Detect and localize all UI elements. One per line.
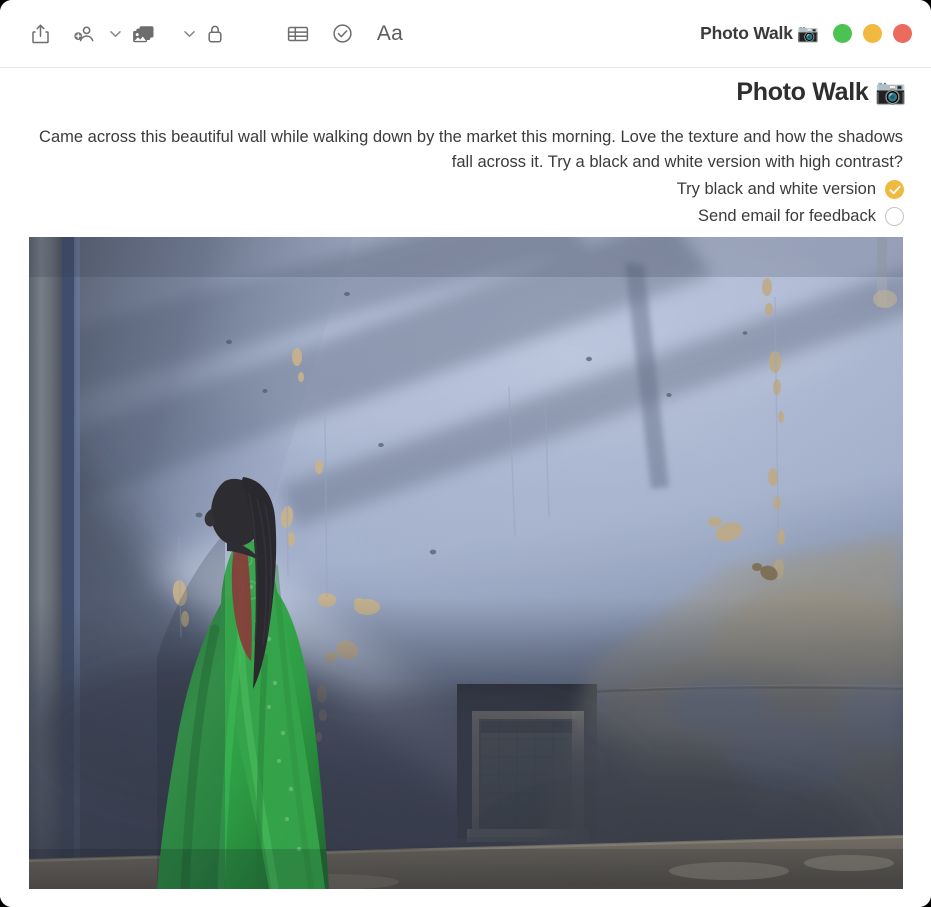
lock-button[interactable] [198,14,232,54]
toolbar-document-title: Photo Walk 📷 [700,23,819,43]
checkbox-unchecked-icon[interactable] [885,207,904,226]
window-button-yellow[interactable] [863,24,882,43]
share-button[interactable] [18,14,62,54]
toolbar: Photo Walk 📷 Aa [0,0,931,68]
photo-image [29,237,903,889]
window-button-red[interactable] [893,24,912,43]
media-chevron-down-icon[interactable] [106,14,124,54]
media-button[interactable] [124,14,162,54]
lock-chevron-down-icon[interactable] [180,14,198,54]
add-people-button[interactable] [62,14,106,54]
media-icon [130,23,156,45]
window-button-green[interactable] [833,24,852,43]
table-icon [286,23,310,45]
table-button[interactable] [276,14,320,54]
page-title: Photo Walk 📷 [736,78,906,106]
app-window: Photo Walk 📷 Aa Photo Walk 📷 Came across… [0,0,931,907]
format-text-icon: Aa [376,21,404,45]
checklist: Try black and white version Send email f… [404,176,904,230]
window-controls [833,24,912,43]
checkmark-circle-icon [331,22,354,45]
note-content-area[interactable]: Photo Walk 📷 Came across this beautiful … [0,68,931,907]
share-icon [30,23,51,45]
checklist-button[interactable] [320,14,364,54]
lock-icon [206,23,224,45]
checklist-item-label: Try black and white version [676,180,876,198]
checklist-item[interactable]: Try black and white version [404,176,904,203]
checklist-item-label: Send email for feedback [698,207,876,225]
format-text-button[interactable]: Aa [364,14,416,54]
add-people-icon [72,23,97,45]
checkbox-checked-icon[interactable] [885,180,904,199]
photo-attachment[interactable] [29,237,903,889]
checklist-item[interactable]: Send email for feedback [404,203,904,230]
toolbar-tools: Aa [18,14,416,54]
note-paragraph[interactable]: Came across this beautiful wall while wa… [28,125,903,175]
